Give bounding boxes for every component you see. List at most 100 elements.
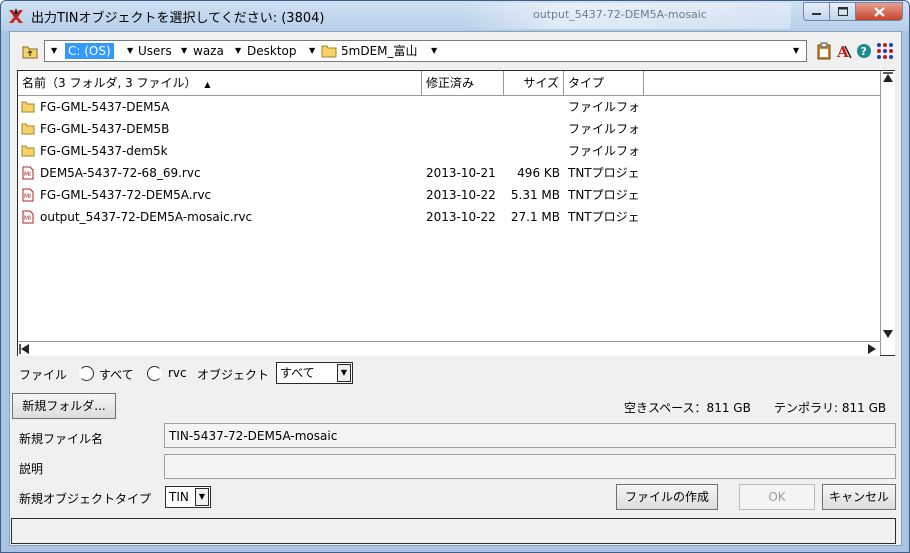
dialog-body: ▼ C: (OS) ▼ Users ▼ waza ▼ Desktop ▼ 5mD… — [9, 31, 902, 546]
column-header-name[interactable]: 名前（3 フォルダ, 3 ファイル） ▲ — [18, 71, 422, 95]
breadcrumb-current-folder[interactable]: 5mDEM_富山 — [341, 43, 418, 59]
file-name: FG-GML-5437-DEM5A — [40, 100, 170, 114]
list-item[interactable]: MI FG-GML-5437-72-DEM5A.rvc 2013-10-22 5.31… — [18, 184, 880, 206]
sort-ascending-icon: ▲ — [204, 80, 211, 89]
file-name: FG-GML-5437-dem5k — [40, 144, 168, 158]
file-type: TNTプロジェ — [568, 188, 640, 202]
scroll-right-icon[interactable] — [864, 343, 878, 355]
radio-rvc[interactable] — [147, 366, 162, 381]
vertical-scrollbar[interactable] — [880, 71, 895, 355]
file-type: ファイルフォ — [568, 122, 641, 136]
status-bar — [11, 518, 896, 544]
background-window-thumbnail: output_5437-72-DEM5A-mosaic — [461, 3, 791, 29]
background-window-title: output_5437-72-DEM5A-mosaic — [533, 8, 707, 21]
scroll-left-icon[interactable] — [19, 343, 33, 355]
file-name: FG-GML-5437-DEM5B — [40, 122, 170, 136]
file-name: output_5437-72-DEM5A-mosaic.rvc — [40, 210, 253, 224]
file-name: FG-GML-5437-72-DEM5A.rvc — [40, 188, 212, 202]
new-folder-button[interactable]: 新規フォルダ... — [12, 393, 116, 419]
list-item[interactable]: FG-GML-5437-dem5k ファイルフォ — [18, 140, 880, 162]
text-style-icon[interactable]: A — [836, 42, 852, 60]
file-type: TNTプロジェ — [568, 166, 640, 180]
file-name: DEM5A-5437-72-68_69.rvc — [40, 166, 201, 180]
breadcrumb-desktop[interactable]: Desktop — [247, 43, 297, 59]
chevron-down-icon[interactable]: ▼ — [309, 43, 315, 59]
object-type-select[interactable]: TIN ▼ — [165, 486, 211, 508]
file-type: ファイルフォ — [568, 100, 641, 114]
file-type: ファイルフォ — [568, 144, 641, 158]
history-dropdown-icon[interactable]: ▼ — [51, 43, 57, 59]
object-type-label: 新規オブジェクトタイプ — [19, 492, 152, 506]
breadcrumb-users[interactable]: Users — [138, 43, 172, 59]
file-size: 27.1 MB — [510, 210, 560, 224]
chevron-down-icon[interactable]: ▼ — [235, 43, 241, 59]
file-modified: 2013-10-22 — [426, 188, 496, 202]
list-item[interactable]: FG-GML-5437-DEM5A ファイルフォ — [18, 96, 880, 118]
title-bar[interactable]: 出力TINオブジェクトを選択してください: (3804) output_5437… — [1, 1, 909, 31]
dialog-window: 出力TINオブジェクトを選択してください: (3804) output_5437… — [0, 0, 910, 553]
description-label: 説明 — [19, 462, 44, 476]
maximize-button[interactable] — [829, 2, 856, 21]
create-file-button[interactable]: ファイルの作成 — [616, 484, 718, 510]
chevron-down-icon[interactable]: ▼ — [431, 43, 437, 59]
rvc-file-icon: MI — [22, 166, 34, 180]
object-filter-label: オブジェクト — [197, 368, 270, 382]
file-list[interactable]: 名前（3 フォルダ, 3 ファイル） ▲ 修正済み サイズ タイプ FG-GML… — [17, 70, 895, 356]
cancel-button[interactable]: キャンセル — [822, 484, 896, 510]
scroll-up-icon[interactable] — [882, 72, 894, 86]
svg-text:MI: MI — [24, 193, 31, 200]
chevron-down-icon[interactable]: ▼ — [127, 43, 133, 59]
svg-text:MI: MI — [24, 215, 31, 222]
rvc-file-icon: MI — [22, 188, 34, 202]
chevron-down-icon[interactable]: ▼ — [181, 43, 187, 59]
radio-rvc-label[interactable]: rvc — [168, 366, 187, 380]
svg-text:MI: MI — [24, 171, 31, 178]
list-item[interactable]: MI DEM5A-5437-72-68_69.rvc 2013-10-21 496 K… — [18, 162, 880, 184]
list-item[interactable]: FG-GML-5437-DEM5B ファイルフォ — [18, 118, 880, 140]
close-button[interactable] — [855, 2, 903, 21]
folder-icon — [21, 145, 35, 157]
address-dropdown-icon[interactable]: ▼ — [793, 43, 799, 59]
file-modified: 2013-10-21 — [426, 166, 496, 180]
parent-folder-icon[interactable] — [22, 44, 38, 59]
rvc-file-icon: MI — [22, 210, 34, 224]
window-title: 出力TINオブジェクトを選択してください: (3804) — [31, 11, 325, 26]
free-space-text: 空きスペース：811 GB — [624, 401, 751, 415]
temp-space-text: テンポラリ: 811 GB — [774, 401, 887, 415]
svg-text:?: ? — [861, 45, 867, 58]
column-header-type[interactable]: タイプ — [564, 71, 644, 95]
file-size: 5.31 MB — [510, 188, 560, 202]
minimize-icon — [812, 13, 821, 15]
list-item[interactable]: MI output_5437-72-DEM5A-mosaic.rvc 2013-10… — [18, 206, 880, 228]
description-input[interactable] — [164, 454, 896, 479]
grid-view-icon[interactable] — [876, 42, 894, 60]
folder-icon — [21, 123, 35, 135]
minimize-button[interactable] — [803, 2, 830, 21]
close-icon — [873, 6, 885, 17]
column-header-size[interactable]: サイズ — [504, 71, 564, 95]
new-file-name-label: 新規ファイル名 — [19, 432, 104, 446]
address-bar[interactable]: ▼ C: (OS) ▼ Users ▼ waza ▼ Desktop ▼ 5mD… — [44, 40, 807, 62]
ok-button[interactable]: OK — [739, 484, 815, 510]
app-icon — [9, 8, 23, 23]
horizontal-scrollbar[interactable] — [18, 341, 880, 356]
list-header: 名前（3 フォルダ, 3 ファイル） ▲ 修正済み サイズ タイプ — [18, 71, 880, 96]
object-filter-select[interactable]: すべて ▼ — [276, 362, 353, 384]
radio-all[interactable] — [79, 366, 94, 381]
folder-icon — [21, 101, 35, 113]
folder-icon — [321, 45, 337, 58]
clipboard-icon[interactable] — [816, 42, 832, 60]
breadcrumb-drive[interactable]: C: (OS) — [65, 43, 114, 59]
help-icon[interactable]: ? — [856, 42, 872, 60]
radio-all-label[interactable]: すべて — [99, 366, 134, 383]
breadcrumb-waza[interactable]: waza — [193, 43, 224, 59]
dropdown-arrow-icon[interactable]: ▼ — [337, 364, 351, 382]
file-size: 496 KB — [517, 166, 560, 180]
maximize-icon — [837, 7, 848, 16]
file-modified: 2013-10-22 — [426, 210, 496, 224]
scroll-down-icon[interactable] — [882, 327, 894, 341]
dropdown-arrow-icon[interactable]: ▼ — [195, 488, 209, 506]
new-file-name-input[interactable] — [164, 423, 896, 448]
file-filter-label: ファイル — [19, 368, 68, 382]
column-header-modified[interactable]: 修正済み — [422, 71, 504, 95]
